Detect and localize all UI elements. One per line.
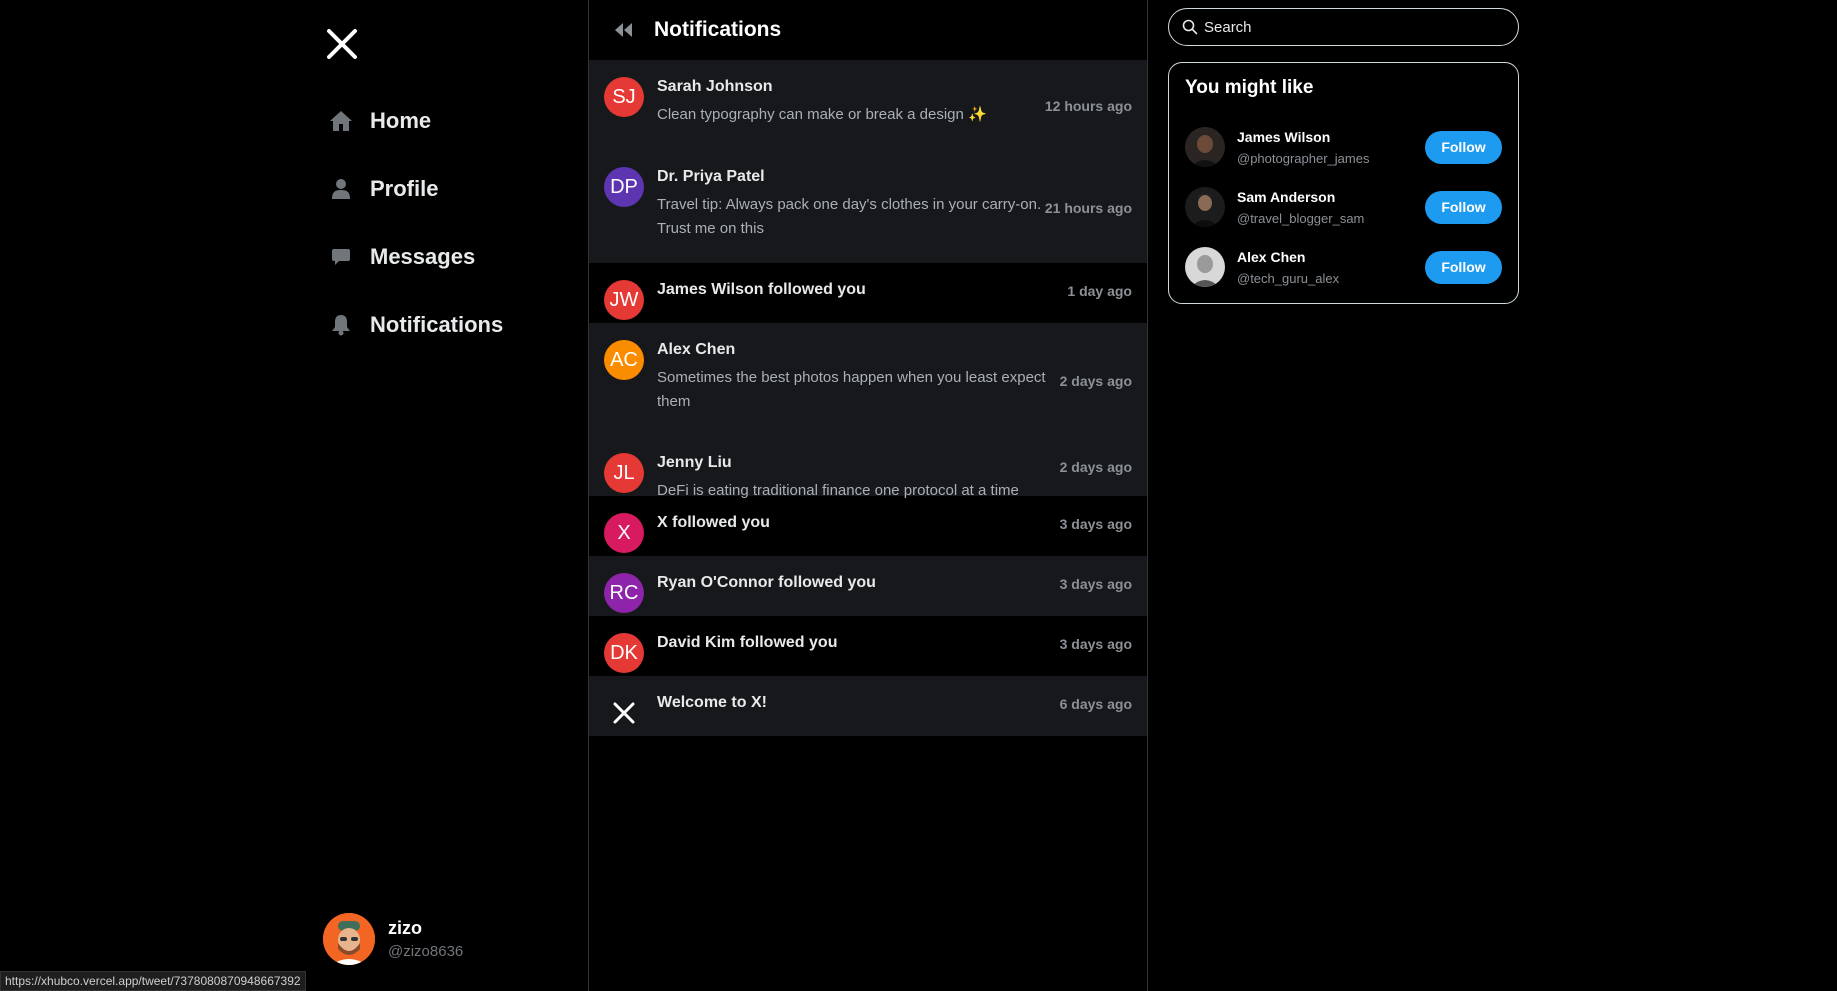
right-sidebar: You might like James Wilson @photographe… <box>1168 0 1519 304</box>
search-input[interactable] <box>1204 18 1484 36</box>
notification-item[interactable]: Welcome to X! 6 days ago <box>589 676 1147 736</box>
main-nav: Home Profile Messages Notifications <box>328 103 503 375</box>
account-switcher[interactable]: zizo @zizo8636 <box>323 913 463 965</box>
notification-body: James Wilson followed you <box>657 280 1132 300</box>
search-box[interactable] <box>1168 8 1519 46</box>
notification-title: X followed you <box>657 514 770 531</box>
notification-item[interactable]: DK David Kim followed you 3 days ago <box>589 616 1147 676</box>
nav-profile-label: Profile <box>370 176 439 201</box>
notification-item[interactable]: AC Alex Chen Sometimes the best photos hap… <box>589 323 1147 436</box>
suggestion-item[interactable]: Alex Chen @tech_guru_alex Follow <box>1185 237 1502 297</box>
notification-avatar: JW <box>604 280 644 320</box>
notification-avatar: X <box>604 513 644 553</box>
notification-item[interactable]: X X followed you 3 days ago <box>589 496 1147 556</box>
notification-title: Jenny Liu <box>657 454 732 471</box>
notification-title: James Wilson followed you <box>657 281 866 298</box>
follow-button[interactable]: Follow <box>1425 130 1502 164</box>
notification-item[interactable]: JL Jenny Liu DeFi is eating traditional fi… <box>589 436 1147 499</box>
bell-icon <box>328 312 354 338</box>
follow-button[interactable]: Follow <box>1425 190 1502 224</box>
notification-timestamp: 3 days ago <box>1059 516 1132 532</box>
notification-timestamp: 3 days ago <box>1059 576 1132 592</box>
page-header: Notifications <box>589 0 1147 60</box>
nav-messages[interactable]: Messages <box>328 239 503 275</box>
page-title: Notifications <box>654 18 782 41</box>
suggestion-name: Sam Anderson <box>1237 188 1336 205</box>
notification-title: Ryan O'Connor followed you <box>657 574 876 591</box>
notification-title: Sarah Johnson <box>657 78 773 95</box>
suggestion-item[interactable]: Sam Anderson @travel_blogger_sam Follow <box>1185 177 1502 237</box>
x-logo-icon <box>604 693 644 733</box>
notification-timestamp: 2 days ago <box>1059 459 1132 475</box>
left-sidebar: Home Profile Messages Notifications zizo… <box>0 0 588 991</box>
notification-item[interactable]: DP Dr. Priya Patel Travel tip: Always pack… <box>589 150 1147 263</box>
suggestion-avatar <box>1185 127 1225 167</box>
notification-timestamp: 1 day ago <box>1067 283 1132 299</box>
avatar <box>323 913 375 965</box>
suggestion-handle: @tech_guru_alex <box>1237 270 1340 286</box>
notification-text: Travel tip: Always pack one day's clothe… <box>657 196 1042 237</box>
notification-timestamp: 12 hours ago <box>1044 98 1132 114</box>
back-icon[interactable] <box>612 21 634 39</box>
search-icon <box>1182 19 1198 35</box>
notification-title: David Kim followed you <box>657 634 838 651</box>
nav-messages-label: Messages <box>370 244 476 269</box>
suggestion-handle: @photographer_james <box>1237 150 1370 166</box>
person-icon <box>328 176 354 202</box>
status-bar-url: https://xhubco.vercel.app/tweet/73780808… <box>0 971 306 991</box>
notification-list: SJ Sarah Johnson Clean typography can make… <box>589 60 1147 736</box>
notification-item[interactable]: JW James Wilson followed you 1 day ago <box>589 263 1147 323</box>
notification-title: Welcome to X! <box>657 694 767 711</box>
x-logo-icon[interactable] <box>324 26 360 62</box>
notification-title: Alex Chen <box>657 341 736 358</box>
notification-timestamp: 21 hours ago <box>1044 200 1132 216</box>
notification-timestamp: 6 days ago <box>1059 696 1132 712</box>
nav-home-label: Home <box>370 108 432 133</box>
notification-item[interactable]: SJ Sarah Johnson Clean typography can make… <box>589 60 1147 150</box>
notification-avatar: RC <box>604 573 644 613</box>
message-icon <box>328 244 354 270</box>
notification-title: Dr. Priya Patel <box>657 168 765 185</box>
notification-item[interactable]: RC Ryan O'Connor followed you 3 days ago <box>589 556 1147 616</box>
suggestions-title: You might like <box>1185 77 1314 98</box>
suggestion-name: Alex Chen <box>1237 248 1306 265</box>
nav-home[interactable]: Home <box>328 103 503 139</box>
nav-notifications[interactable]: Notifications <box>328 307 503 343</box>
suggestion-name: James Wilson <box>1237 128 1331 145</box>
notification-timestamp: 2 days ago <box>1059 373 1132 389</box>
notification-avatar: AC <box>604 340 644 380</box>
follow-button[interactable]: Follow <box>1425 250 1502 284</box>
notification-text: Clean typography can make or break a des… <box>657 106 987 123</box>
notification-text: Sometimes the best photos happen when yo… <box>657 369 1046 410</box>
account-handle: @zizo8636 <box>388 943 464 960</box>
suggestion-item[interactable]: James Wilson @photographer_james Follow <box>1185 117 1502 177</box>
notification-avatar: DP <box>604 167 644 207</box>
suggestion-handle: @travel_blogger_sam <box>1237 210 1365 226</box>
suggestion-avatar <box>1185 187 1225 227</box>
nav-profile[interactable]: Profile <box>328 171 503 207</box>
home-icon <box>328 108 354 134</box>
who-to-follow-panel: You might like James Wilson @photographe… <box>1168 62 1519 304</box>
account-name: zizo <box>388 918 422 938</box>
notifications-column: Notifications SJ Sarah Johnson Clean typog… <box>588 0 1148 991</box>
notification-avatar: JL <box>604 453 644 493</box>
notification-timestamp: 3 days ago <box>1059 636 1132 652</box>
suggestion-avatar <box>1185 247 1225 287</box>
nav-notifications-label: Notifications <box>370 312 504 337</box>
notification-avatar: DK <box>604 633 644 673</box>
notification-avatar: SJ <box>604 77 644 117</box>
